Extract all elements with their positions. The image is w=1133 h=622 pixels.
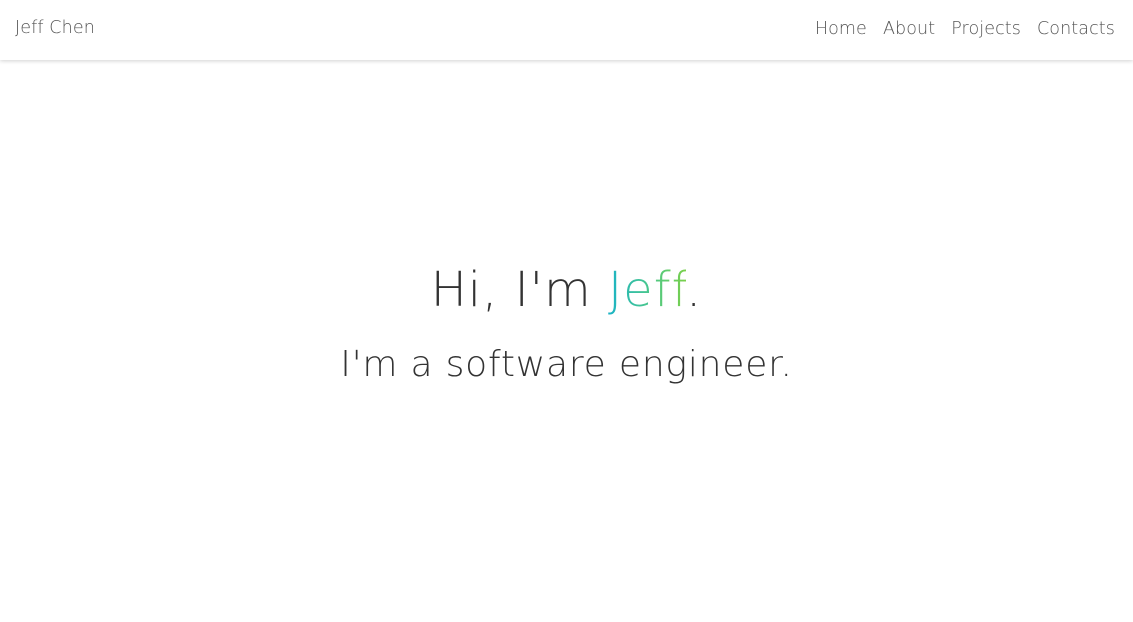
hero-subtitle: I'm a software engineer. xyxy=(340,344,793,385)
hero-name: Jeff xyxy=(608,262,687,318)
top-navbar: Jeff Chen Home About Projects Contacts xyxy=(0,0,1133,60)
nav-link-about[interactable]: About xyxy=(883,19,935,39)
hero-greeting-prefix: Hi, I'm xyxy=(430,262,609,318)
brand-link[interactable]: Jeff Chen xyxy=(15,0,95,57)
nav-link-projects[interactable]: Projects xyxy=(951,19,1021,39)
nav-link-contacts[interactable]: Contacts xyxy=(1037,19,1115,39)
hero-section: Hi, I'm Jeff. I'm a software engineer. xyxy=(0,60,1133,622)
nav-links: Home About Projects Contacts xyxy=(815,0,1115,57)
nav-link-home[interactable]: Home xyxy=(815,19,867,39)
hero-greeting-suffix: . xyxy=(686,262,703,318)
hero-title: Hi, I'm Jeff. xyxy=(0,260,1133,320)
